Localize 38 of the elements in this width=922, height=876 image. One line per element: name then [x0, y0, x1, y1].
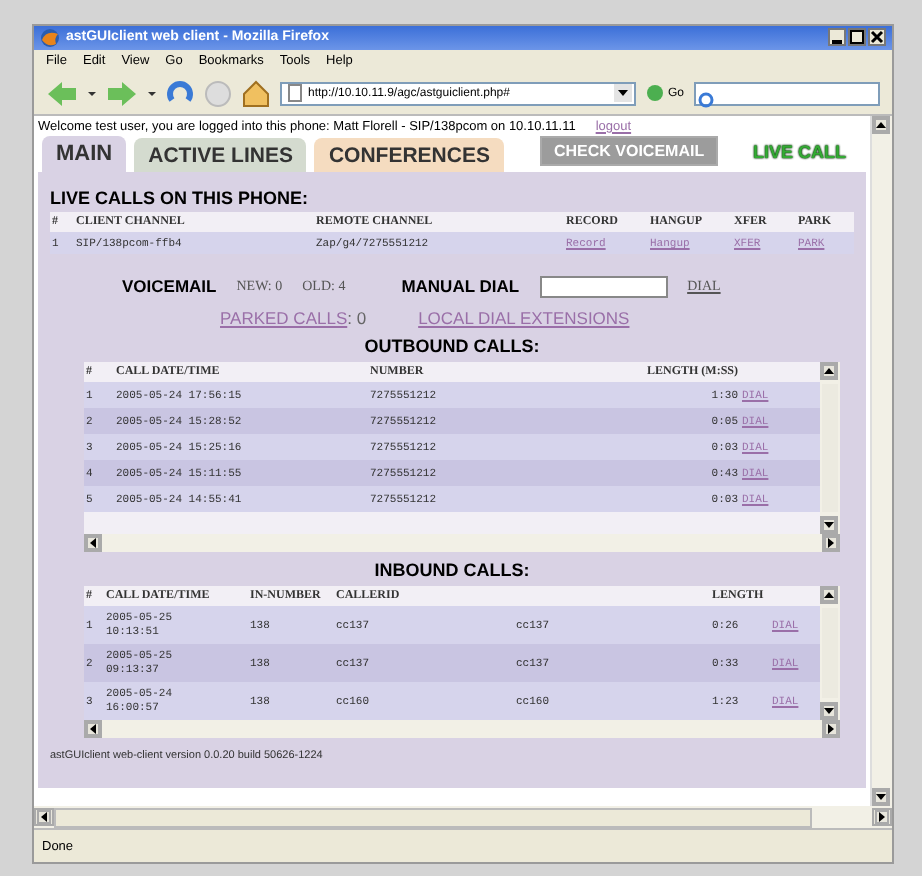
minimize-button[interactable] — [828, 28, 846, 47]
search-field[interactable] — [694, 81, 880, 106]
close-button[interactable] — [868, 28, 886, 47]
tab[interactable]: CONFERENCES — [314, 137, 504, 172]
manual-dial-label: MANUAL DIAL — [401, 276, 520, 297]
reload-icon[interactable] — [166, 79, 194, 108]
local-dial-extensions-link[interactable]: LOCAL DIAL EXTENSIONS — [418, 307, 630, 328]
maximize-button[interactable] — [848, 28, 866, 47]
arrow-icon[interactable] — [872, 788, 890, 807]
arrow-icon[interactable] — [872, 808, 892, 827]
vertical-scrollbar[interactable] — [820, 361, 840, 534]
page-scrollbar[interactable] — [870, 115, 892, 807]
section-heading: LIVE CALLS ON THIS PHONE: — [50, 187, 311, 208]
tab[interactable]: ACTIVE LINES — [134, 137, 307, 172]
close-icon — [870, 30, 884, 45]
horizontal-scrollbar[interactable] — [34, 806, 892, 829]
search-icon — [698, 91, 719, 112]
arrow-icon[interactable] — [820, 585, 838, 604]
dial-input-field[interactable] — [539, 275, 668, 298]
arrow-icon[interactable] — [84, 533, 102, 552]
arrow-icon[interactable] — [34, 808, 54, 827]
parked-calls-link[interactable]: PARKED CALLS — [220, 307, 348, 328]
voicemail-label: VOICEMAIL — [122, 276, 217, 297]
arrow-icon[interactable] — [820, 361, 838, 380]
arrow-icon[interactable] — [820, 701, 838, 720]
dropdown-icon[interactable] — [614, 84, 632, 103]
horizontal-scrollbar[interactable] — [84, 533, 840, 552]
tab[interactable]: MAIN — [42, 135, 127, 172]
home-icon[interactable] — [242, 79, 270, 108]
parked-count: : 0 — [347, 307, 367, 328]
section-heading: OUTBOUND CALLS: — [362, 335, 542, 356]
live-call-button[interactable]: LIVE CALL — [741, 137, 858, 166]
arrow-icon[interactable] — [820, 515, 838, 534]
fox-icon — [40, 27, 60, 48]
vertical-scrollbar[interactable] — [820, 585, 840, 720]
section-heading: INBOUND CALLS: — [372, 559, 532, 580]
page-icon — [288, 84, 302, 103]
maximize-icon — [850, 30, 864, 45]
